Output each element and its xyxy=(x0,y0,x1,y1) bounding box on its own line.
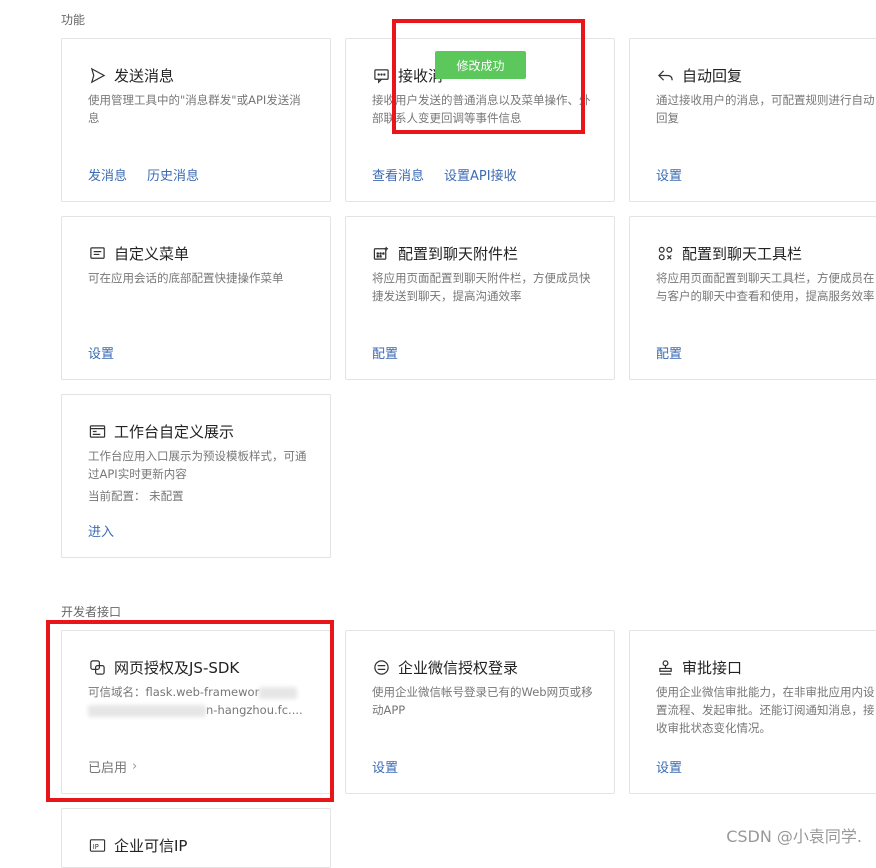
history-message-link[interactable]: 历史消息 xyxy=(147,165,199,184)
workbench-icon xyxy=(88,423,106,441)
card-title: 发送消息 xyxy=(114,67,175,85)
chat-bubble-icon xyxy=(372,67,390,85)
card-wecom-login: 企业微信授权登录 使用企业微信帐号登录已有的Web网页或移动APP 设置 xyxy=(345,630,615,794)
watermark: CSDN @小袁同学. xyxy=(726,827,862,846)
section-title-functions: 功能 xyxy=(61,13,86,27)
view-message-link[interactable]: 查看消息 xyxy=(372,165,424,184)
card-title: 自定义菜单 xyxy=(114,245,190,263)
card-workbench: 工作台自定义展示 工作台应用入口展示为预设模板样式，可通过API实时更新内容 当… xyxy=(61,394,331,558)
highlight-box-web-auth xyxy=(46,620,334,802)
toolbar-icon xyxy=(656,245,674,263)
ip-icon: IP xyxy=(88,837,106,855)
card-title: 配置到聊天附件栏 xyxy=(398,245,519,263)
chat-toolbar-config-link[interactable]: 配置 xyxy=(656,343,682,362)
card-title: 企业微信授权登录 xyxy=(398,659,519,677)
attachment-bar-icon xyxy=(372,245,390,263)
card-send-message: 发送消息 使用管理工具中的"消息群发"或API发送消息 发消息 历史消息 xyxy=(61,38,331,202)
card-title: 自动回复 xyxy=(682,67,743,85)
card-title: 审批接口 xyxy=(682,659,743,677)
send-message-link[interactable]: 发消息 xyxy=(88,165,127,184)
current-config-text: 当前配置： 未配置 xyxy=(88,489,184,503)
workbench-enter-link[interactable]: 进入 xyxy=(88,521,114,540)
card-desc: 通过接收用户的消息，可配置规则进行自动回复 xyxy=(656,93,875,125)
card-title: 工作台自定义展示 xyxy=(114,423,235,441)
card-custom-menu: 自定义菜单 可在应用会话的底部配置快捷操作菜单 设置 xyxy=(61,216,331,380)
card-title: 配置到聊天工具栏 xyxy=(682,245,803,263)
card-approval: 审批接口 使用企业微信审批能力，在非审批应用内设置流程、发起审批。还能订阅通知消… xyxy=(629,630,876,794)
card-chat-attachment: 配置到聊天附件栏 将应用页面配置到聊天附件栏，方便成员快捷发送到聊天，提高沟通效… xyxy=(345,216,615,380)
wecom-login-settings-link[interactable]: 设置 xyxy=(372,757,398,776)
send-icon xyxy=(88,67,106,85)
approval-settings-link[interactable]: 设置 xyxy=(656,757,682,776)
login-icon xyxy=(372,659,390,677)
card-desc: 将应用页面配置到聊天附件栏，方便成员快捷发送到聊天，提高沟通效率 xyxy=(372,271,591,303)
card-desc: 使用管理工具中的"消息群发"或API发送消息 xyxy=(88,93,301,125)
card-desc: 使用企业微信审批能力，在非审批应用内设置流程、发起审批。还能订阅通知消息，接收审… xyxy=(656,685,875,735)
card-title: 企业可信IP xyxy=(114,837,188,855)
card-desc: 工作台应用入口展示为预设模板样式，可通过API实时更新内容 xyxy=(88,449,307,481)
card-auto-reply: 自动回复 通过接收用户的消息，可配置规则进行自动回复 设置 xyxy=(629,38,876,202)
reply-icon xyxy=(656,67,674,85)
chat-attachment-config-link[interactable]: 配置 xyxy=(372,343,398,362)
stamp-icon xyxy=(656,659,674,677)
menu-icon xyxy=(88,245,106,263)
set-api-receive-link[interactable]: 设置API接收 xyxy=(444,165,517,184)
section-title-developer: 开发者接口 xyxy=(61,605,122,619)
card-desc: 可在应用会话的底部配置快捷操作菜单 xyxy=(88,271,284,285)
custom-menu-settings-link[interactable]: 设置 xyxy=(88,343,114,362)
card-chat-toolbar: 配置到聊天工具栏 将应用页面配置到聊天工具栏，方便成员在与客户的聊天中查看和使用… xyxy=(629,216,876,380)
card-desc: 使用企业微信帐号登录已有的Web网页或移动APP xyxy=(372,685,593,717)
card-trusted-ip: IP 企业可信IP xyxy=(61,808,331,868)
card-desc: 将应用页面配置到聊天工具栏，方便成员在与客户的聊天中查看和使用，提高服务效率 xyxy=(656,271,875,303)
svg-text:IP: IP xyxy=(92,843,98,851)
auto-reply-settings-link[interactable]: 设置 xyxy=(656,165,682,184)
success-toast: 修改成功 xyxy=(435,51,526,79)
